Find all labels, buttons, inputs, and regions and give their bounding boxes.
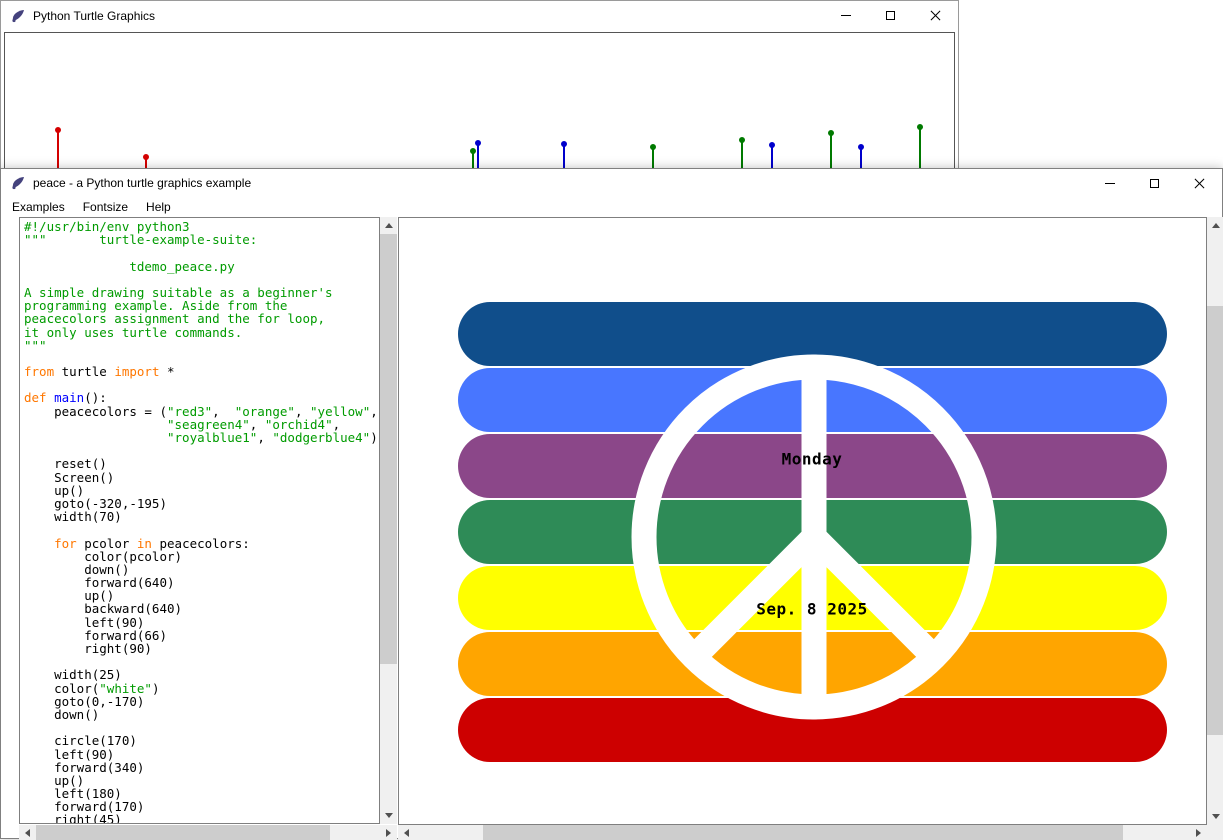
scroll-up-button[interactable] (1207, 217, 1223, 234)
scroll-right-button[interactable] (380, 825, 397, 840)
code-line: it only uses turtle commands. (24, 326, 379, 339)
minimize-icon (1105, 183, 1115, 184)
minimize-button[interactable] (823, 1, 868, 30)
source-code[interactable]: #!/usr/bin/env python3""" turtle-example… (19, 217, 380, 824)
front-window-title: peace - a Python turtle graphics example (33, 176, 251, 190)
arrow-right-icon (386, 829, 391, 837)
menu-fontsize[interactable]: Fontsize (74, 198, 137, 216)
turtle-canvas-peace[interactable]: Monday Sep. 8 2025 (398, 217, 1207, 825)
back-window-title: Python Turtle Graphics (33, 9, 155, 23)
scroll-left-button[interactable] (19, 825, 36, 840)
front-window-controls (1087, 169, 1222, 197)
scrollbar-thumb[interactable] (1207, 306, 1223, 735)
back-window-titlebar[interactable]: Python Turtle Graphics (1, 1, 958, 30)
canvas-vertical-scrollbar[interactable] (1207, 217, 1223, 825)
canvas-horizontal-scrollbar[interactable] (398, 825, 1207, 840)
turtle-icon[interactable] (10, 8, 26, 24)
peace-left-diagonal (694, 537, 814, 657)
menu-help[interactable]: Help (137, 198, 180, 216)
code-line: right(90) (24, 642, 379, 655)
scrollbar-corner (1207, 825, 1223, 840)
scroll-down-button[interactable] (1207, 808, 1223, 825)
back-window-controls (823, 1, 958, 30)
maximize-button[interactable] (1132, 169, 1177, 197)
turtle-icon[interactable] (10, 175, 26, 191)
arrow-right-icon (1196, 829, 1201, 837)
close-icon (930, 10, 941, 21)
code-line: down() (24, 708, 379, 721)
scroll-right-button[interactable] (1190, 825, 1207, 840)
maximize-icon (1150, 179, 1159, 188)
minimize-button[interactable] (1087, 169, 1132, 197)
maximize-icon (886, 11, 895, 20)
peace-right-diagonal (814, 537, 934, 657)
code-line: width(70) (24, 510, 379, 523)
code-line: "royalblue1", "dodgerblue4") (24, 431, 379, 444)
code-vertical-scrollbar[interactable] (380, 217, 397, 824)
code-line: """ turtle-example-suite: (24, 233, 379, 246)
code-line: right(45) (24, 813, 379, 824)
peace-symbol (399, 218, 1206, 824)
canvas-text: Monday (782, 450, 843, 469)
scroll-left-button[interactable] (398, 825, 415, 840)
close-button[interactable] (1177, 169, 1222, 197)
scrollbar-thumb[interactable] (380, 234, 397, 664)
menu-examples[interactable]: Examples (3, 198, 74, 216)
close-icon (1194, 178, 1205, 189)
scrollbar-thumb[interactable] (36, 825, 330, 840)
code-line: """ (24, 339, 379, 352)
menubar: Examples Fontsize Help (1, 197, 1222, 217)
minimize-icon (841, 15, 851, 16)
arrow-left-icon (404, 829, 409, 837)
code-line: from turtle import * (24, 365, 379, 378)
arrow-up-icon (1212, 223, 1220, 228)
arrow-down-icon (385, 813, 393, 818)
close-button[interactable] (913, 1, 958, 30)
arrow-up-icon (385, 223, 393, 228)
code-horizontal-scrollbar[interactable] (19, 825, 397, 840)
arrow-left-icon (25, 829, 30, 837)
arrow-down-icon (1212, 814, 1220, 819)
peace-demo-window: peace - a Python turtle graphics example… (0, 168, 1223, 839)
scroll-down-button[interactable] (380, 807, 397, 824)
front-window-titlebar[interactable]: peace - a Python turtle graphics example (1, 169, 1222, 197)
canvas-text: Sep. 8 2025 (756, 600, 867, 619)
scrollbar-thumb[interactable] (483, 825, 1123, 840)
scroll-up-button[interactable] (380, 217, 397, 234)
maximize-button[interactable] (868, 1, 913, 30)
code-line: tdemo_peace.py (24, 260, 379, 273)
